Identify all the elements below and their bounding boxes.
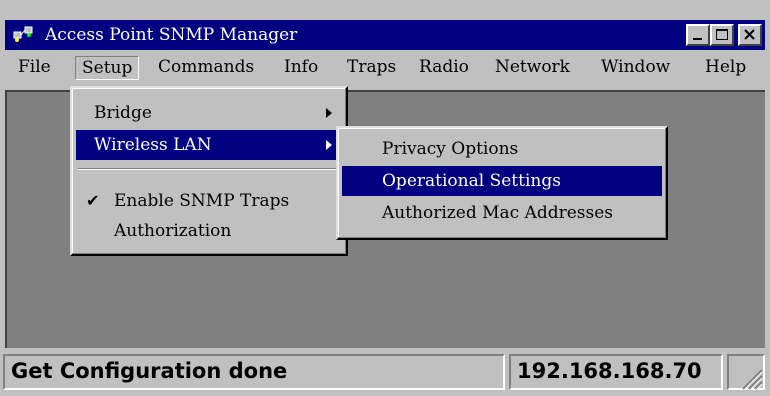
menu-separator: [78, 168, 340, 170]
menu-bar: File Setup Commands Info Traps Radio Net…: [5, 52, 765, 82]
minimize-icon: [693, 38, 702, 40]
close-button[interactable]: [738, 24, 762, 46]
menu-window[interactable]: Window: [595, 56, 676, 78]
minimize-button[interactable]: [686, 24, 710, 46]
menu-item-privacy-options[interactable]: Privacy Options: [342, 134, 662, 164]
close-icon: [744, 29, 755, 40]
menu-item-label: Authorization: [114, 221, 232, 241]
menu-network[interactable]: Network: [489, 56, 576, 78]
submenu-arrow-icon: [326, 108, 332, 118]
maximize-icon: [716, 29, 728, 40]
menu-radio[interactable]: Radio: [413, 56, 475, 78]
menu-item-enable-snmp-traps[interactable]: ✔ Enable SNMP Traps: [76, 186, 342, 216]
menu-item-authorized-mac-addresses[interactable]: Authorized Mac Addresses: [342, 198, 662, 228]
resize-grip-icon[interactable]: [735, 362, 763, 390]
menu-item-label: Wireless LAN: [94, 135, 212, 155]
checkmark-icon: ✔: [86, 191, 100, 210]
menu-traps[interactable]: Traps: [341, 56, 402, 78]
menu-help[interactable]: Help: [699, 56, 752, 78]
title-bar[interactable]: Access Point SNMP Manager: [5, 20, 765, 50]
menu-item-label: Bridge: [94, 103, 152, 123]
status-ip-address: 192.168.168.70: [509, 354, 723, 390]
submenu-arrow-icon: [326, 140, 332, 150]
menu-setup[interactable]: Setup: [75, 56, 140, 80]
menu-item-operational-settings[interactable]: Operational Settings: [342, 166, 662, 196]
maximize-button[interactable]: [710, 24, 734, 46]
app-window: Access Point SNMP Manager File Setup Com…: [0, 0, 770, 396]
menu-file[interactable]: File: [12, 56, 57, 78]
window-title: Access Point SNMP Manager: [45, 25, 298, 45]
menu-item-bridge[interactable]: Bridge: [76, 98, 342, 128]
menu-item-label: Authorized Mac Addresses: [382, 203, 614, 223]
menu-item-authorization[interactable]: Authorization: [76, 216, 342, 246]
setup-menu: Bridge Wireless LAN ✔ Enable SNMP Traps …: [70, 86, 348, 256]
menu-item-label: Privacy Options: [382, 139, 519, 159]
menu-item-label: Operational Settings: [382, 171, 561, 191]
wireless-lan-submenu: Privacy Options Operational Settings Aut…: [336, 126, 668, 240]
status-message: Get Configuration done: [3, 354, 505, 390]
menu-info[interactable]: Info: [278, 56, 324, 78]
network-computers-icon: [13, 26, 33, 42]
menu-item-wireless-lan[interactable]: Wireless LAN: [76, 130, 342, 160]
menu-commands[interactable]: Commands: [152, 56, 260, 78]
menu-item-label: Enable SNMP Traps: [114, 191, 290, 211]
